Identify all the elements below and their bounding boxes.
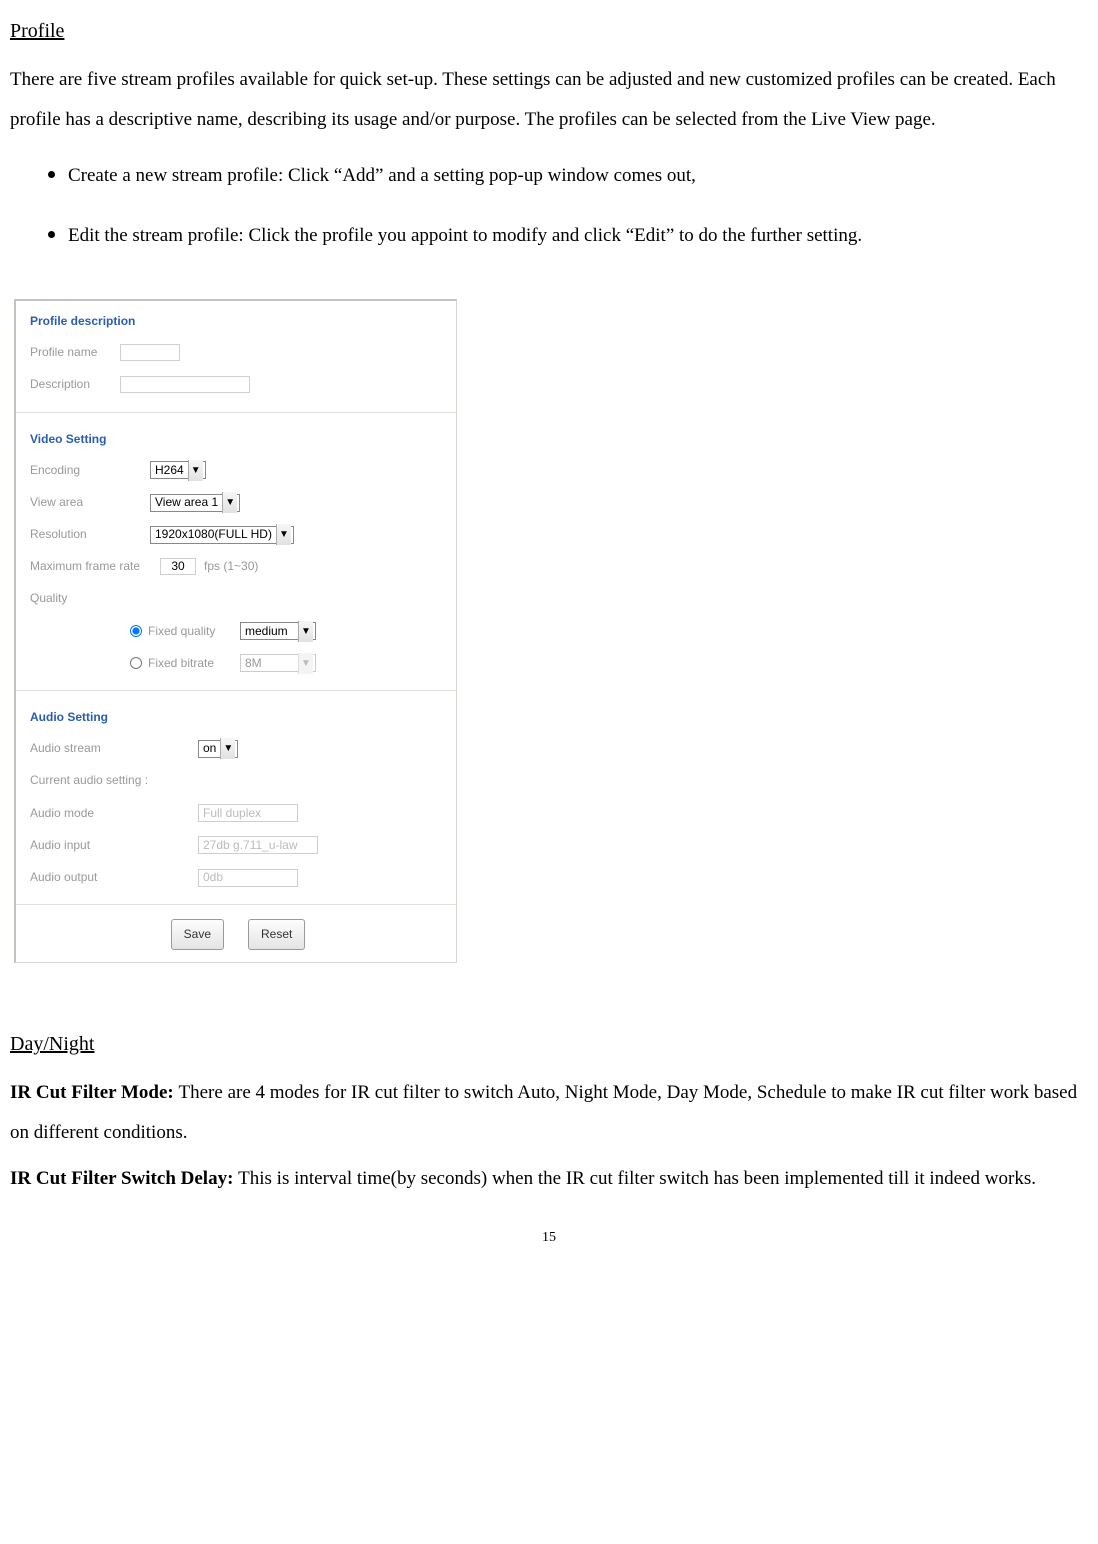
audio-output-value: 0db — [198, 869, 298, 887]
profile-heading: Profile — [10, 10, 1088, 52]
fixed-bitrate-radio[interactable] — [130, 657, 142, 669]
profile-settings-popup: Profile description Profile name Descrip… — [14, 299, 457, 963]
resolution-value: 1920x1080(FULL HD) — [155, 522, 272, 547]
fixed-quality-value: medium — [245, 619, 288, 644]
framerate-suffix: fps (1~30) — [204, 554, 258, 579]
profile-name-input[interactable] — [120, 344, 180, 361]
divider — [16, 904, 456, 905]
chevron-down-icon: ▼ — [220, 738, 235, 759]
framerate-input[interactable]: 30 — [160, 558, 196, 575]
audio-mode-label: Audio mode — [30, 801, 198, 826]
ir-delay-label: IR Cut Filter Switch Delay: — [10, 1168, 238, 1189]
ir-delay-text: This is interval time(by seconds) when t… — [238, 1168, 1036, 1189]
ir-mode-paragraph: IR Cut Filter Mode: There are 4 modes fo… — [10, 1073, 1088, 1153]
bullet-edit: Edit the stream profile: Click the profi… — [68, 206, 1088, 259]
encoding-select[interactable]: H264 ▼ — [150, 461, 206, 479]
ir-mode-label: IR Cut Filter Mode: — [10, 1082, 179, 1103]
framerate-label: Maximum frame rate — [30, 554, 160, 579]
fixed-bitrate-select: 8M ▼ — [240, 654, 316, 672]
video-setting-title: Video Setting — [30, 427, 446, 452]
encoding-value: H264 — [155, 458, 184, 483]
chevron-down-icon: ▼ — [222, 492, 237, 513]
audio-setting-title: Audio Setting — [30, 705, 446, 730]
description-label: Description — [30, 372, 120, 397]
resolution-label: Resolution — [30, 522, 150, 547]
audio-mode-value: Full duplex — [198, 804, 298, 822]
daynight-heading: Day/Night — [10, 1023, 1088, 1065]
viewarea-label: View area — [30, 490, 150, 515]
fixed-quality-label: Fixed quality — [148, 619, 240, 644]
description-input[interactable] — [120, 376, 250, 393]
profile-bullets: Create a new stream profile: Click “Add”… — [10, 146, 1088, 259]
bullet-create: Create a new stream profile: Click “Add”… — [68, 146, 1088, 199]
viewarea-select[interactable]: View area 1 ▼ — [150, 494, 240, 512]
audio-output-label: Audio output — [30, 865, 198, 890]
resolution-select[interactable]: 1920x1080(FULL HD) ▼ — [150, 526, 294, 544]
audio-stream-value: on — [203, 736, 216, 761]
fixed-bitrate-value: 8M — [245, 651, 262, 676]
profile-paragraph: There are five stream profiles available… — [10, 60, 1088, 140]
chevron-down-icon: ▼ — [298, 621, 313, 642]
audio-stream-label: Audio stream — [30, 736, 198, 761]
reset-button[interactable]: Reset — [248, 919, 305, 950]
quality-label: Quality — [30, 586, 150, 611]
audio-input-value: 27db g.711_u-law — [198, 836, 318, 854]
fixed-quality-radio[interactable] — [130, 625, 142, 637]
profile-description-title: Profile description — [30, 309, 446, 334]
fixed-quality-select[interactable]: medium ▼ — [240, 622, 316, 640]
chevron-down-icon: ▼ — [276, 524, 291, 545]
current-audio-label: Current audio setting : — [30, 768, 148, 793]
profile-name-label: Profile name — [30, 340, 120, 365]
viewarea-value: View area 1 — [155, 490, 218, 515]
divider — [16, 412, 456, 413]
save-button[interactable]: Save — [171, 919, 224, 950]
encoding-label: Encoding — [30, 458, 150, 483]
audio-stream-select[interactable]: on ▼ — [198, 740, 238, 758]
chevron-down-icon: ▼ — [298, 653, 313, 674]
audio-input-label: Audio input — [30, 833, 198, 858]
ir-delay-paragraph: IR Cut Filter Switch Delay: This is inte… — [10, 1159, 1088, 1199]
page-number: 15 — [10, 1223, 1088, 1252]
divider — [16, 690, 456, 691]
fixed-bitrate-label: Fixed bitrate — [148, 651, 240, 676]
chevron-down-icon: ▼ — [188, 460, 203, 481]
